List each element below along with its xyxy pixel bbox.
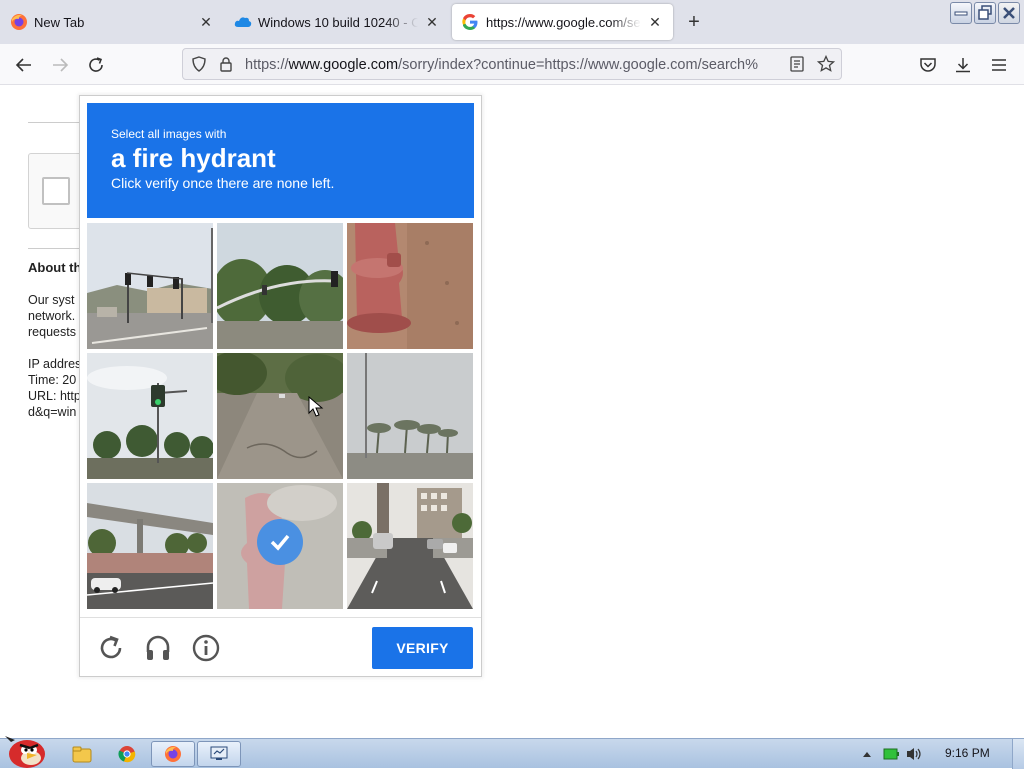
close-tab-icon[interactable]: ✕ [647, 14, 663, 31]
onedrive-icon [234, 17, 252, 27]
image-tile-selected[interactable] [217, 483, 343, 609]
challenge-footer: VERIFY [80, 617, 481, 676]
show-hidden-icons-icon[interactable] [862, 750, 872, 758]
hamburger-menu-icon [992, 59, 1006, 71]
about-text-line: Our syst [28, 293, 75, 307]
new-tab-button[interactable]: + [683, 11, 705, 33]
app-menu-button[interactable] [986, 52, 1012, 78]
info-line: URL: http [28, 389, 81, 403]
target-object: a fire hydrant [111, 143, 276, 173]
taskbar-remote-desktop[interactable] [197, 741, 241, 767]
image-grid [87, 223, 474, 610]
angry-bird-start-icon [5, 736, 45, 768]
volume-icon[interactable] [905, 746, 923, 762]
firefox-icon [165, 746, 181, 762]
tile-image-traffic-lights [87, 223, 213, 349]
minimize-icon [954, 11, 968, 16]
info-line: IP addres [28, 357, 82, 371]
url-bar[interactable]: https://www.google.com/sorry/index?conti… [182, 48, 842, 80]
file-explorer-icon [72, 746, 92, 763]
lock-icon[interactable] [219, 56, 233, 72]
forward-arrow-icon [53, 58, 69, 72]
taskbar: 9:16 PM [0, 736, 1024, 769]
restore-icon [978, 5, 992, 20]
downloads-button[interactable] [950, 52, 976, 78]
tab-google-sorry[interactable]: https://www.google.com/sea ✕ [452, 4, 673, 40]
about-text-line: requests [28, 325, 76, 339]
pocket-button[interactable] [915, 52, 941, 78]
image-tile[interactable] [87, 483, 213, 609]
checkmark-icon [270, 534, 290, 551]
restore-window-button[interactable] [974, 2, 996, 24]
tile-image-fire-hydrant [347, 223, 473, 349]
tile-image-traffic-light-palms [87, 353, 213, 479]
image-tile[interactable] [347, 223, 473, 349]
reader-view-icon[interactable] [789, 56, 805, 72]
show-desktop-button[interactable] [1012, 739, 1024, 769]
info-line: Time: 20 [28, 373, 77, 387]
navigation-toolbar: https://www.google.com/sorry/index?conti… [0, 44, 1024, 85]
bookmark-star-icon[interactable] [817, 55, 835, 73]
url-text: https://www.google.com/sorry/index?conti… [245, 57, 779, 73]
close-window-button[interactable] [998, 2, 1020, 24]
back-arrow-icon [15, 58, 31, 72]
selected-checkmark [257, 519, 303, 565]
taskbar-chrome[interactable] [109, 741, 145, 767]
tile-image-overpass [87, 483, 213, 609]
google-icon [462, 14, 478, 30]
pocket-icon [920, 58, 936, 72]
forward-button[interactable] [47, 52, 73, 78]
image-tile[interactable] [217, 353, 343, 479]
image-tile[interactable] [347, 483, 473, 609]
image-tile[interactable] [87, 353, 213, 479]
reload-button[interactable] [83, 52, 109, 78]
back-button[interactable] [11, 52, 37, 78]
close-icon [1003, 7, 1015, 19]
challenge-header: Select all images with a fire hydrant Cl… [87, 103, 474, 218]
about-heading: About th [28, 260, 82, 275]
tile-image-trees-signal [217, 223, 343, 349]
remote-desktop-icon [210, 746, 228, 760]
taskbar-clock[interactable]: 9:16 PM [945, 746, 990, 760]
tile-image-hazy-palms [347, 353, 473, 479]
info-line: d&q=win [28, 405, 77, 419]
about-text-line: network. [28, 309, 76, 323]
taskbar-file-explorer[interactable] [64, 741, 100, 767]
minimize-window-button[interactable] [950, 2, 972, 24]
image-tile[interactable] [217, 223, 343, 349]
instruction-text: Select all images with [111, 127, 227, 141]
mouse-cursor-icon [308, 396, 324, 417]
tab-label: New Tab [34, 14, 85, 30]
battery-icon[interactable] [883, 747, 899, 761]
firefox-icon [11, 14, 27, 30]
recaptcha-checkbox[interactable] [42, 177, 70, 205]
image-tile[interactable] [87, 223, 213, 349]
audio-icon[interactable] [143, 633, 173, 663]
start-button[interactable] [2, 731, 48, 769]
tab-new-tab[interactable]: New Tab ✕ [0, 4, 224, 40]
url-path: /sorry/index?continue=https://www.google… [398, 57, 759, 73]
image-tile[interactable] [347, 353, 473, 479]
tile-image-road-trees [217, 353, 343, 479]
reload-icon[interactable] [96, 633, 126, 663]
about-section: About th Our syst network. requests IP a… [28, 260, 81, 420]
shield-icon[interactable] [191, 56, 207, 72]
verify-button[interactable]: VERIFY [372, 627, 473, 669]
tab-label: https://www.google.com/sea [486, 14, 641, 30]
url-scheme: https:// [245, 57, 289, 73]
taskbar-firefox[interactable] [151, 741, 195, 767]
close-tab-icon[interactable]: ✕ [424, 14, 440, 31]
recaptcha-challenge: Select all images with a fire hydrant Cl… [79, 95, 482, 677]
tab-label: Windows 10 build 10240 - On [258, 14, 418, 30]
download-icon [956, 58, 970, 73]
tab-windows-10[interactable]: Windows 10 build 10240 - On ✕ [224, 4, 450, 40]
tile-image-city-street [347, 483, 473, 609]
tab-strip: New Tab ✕ Windows 10 build 10240 - On ✕ … [0, 0, 1024, 44]
reload-icon [89, 57, 103, 72]
info-icon[interactable] [191, 633, 221, 663]
url-host: www.google.com [288, 57, 399, 73]
instruction-note: Click verify once there are none left. [111, 175, 335, 191]
chrome-icon [118, 746, 136, 763]
close-tab-icon[interactable]: ✕ [198, 14, 214, 31]
